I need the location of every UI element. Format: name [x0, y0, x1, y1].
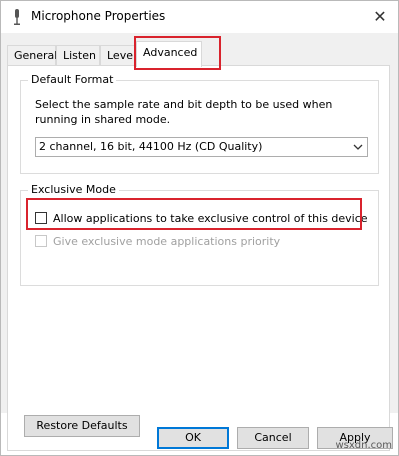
advanced-tab-panel: Default Format Select the sample rate an… [7, 65, 390, 451]
microphone-properties-dialog: Microphone Properties ✕ General Listen L… [0, 0, 399, 456]
close-icon: ✕ [373, 7, 387, 26]
selected-format-value: 2 channel, 16 bit, 44100 Hz (CD Quality) [39, 140, 263, 153]
tab-label: General [14, 49, 58, 62]
tab-advanced[interactable]: Advanced [136, 41, 202, 67]
title-bar: Microphone Properties ✕ [1, 1, 398, 33]
close-button[interactable]: ✕ [368, 5, 392, 29]
allow-exclusive-checkbox[interactable] [35, 212, 47, 224]
microphone-icon [14, 9, 20, 25]
dialog-content: General Listen Levels Advanced Default F… [1, 33, 398, 451]
ok-button[interactable]: OK [157, 427, 229, 449]
exclusive-mode-group: Exclusive Mode Allow applications to tak… [20, 183, 379, 286]
chevron-down-icon [353, 144, 363, 150]
exclusive-mode-label: Exclusive Mode [28, 183, 119, 196]
cancel-button[interactable]: Cancel [237, 427, 309, 449]
default-format-dropdown[interactable]: 2 channel, 16 bit, 44100 Hz (CD Quality) [35, 137, 368, 157]
tab-general[interactable]: General [7, 45, 58, 65]
tab-label: Listen [63, 49, 96, 62]
tab-label: Advanced [143, 46, 198, 59]
default-format-label: Default Format [28, 73, 117, 86]
default-format-description: Select the sample rate and bit depth to … [35, 98, 333, 126]
watermark-text: wsxdn.com [335, 440, 392, 451]
restore-defaults-button[interactable]: Restore Defaults [24, 415, 140, 437]
window-title: Microphone Properties [31, 9, 166, 23]
exclusive-priority-checkbox [35, 235, 47, 247]
default-format-group: Default Format Select the sample rate an… [20, 73, 379, 174]
allow-exclusive-label: Allow applications to take exclusive con… [53, 212, 368, 225]
exclusive-priority-label: Give exclusive mode applications priorit… [53, 235, 281, 248]
tab-listen[interactable]: Listen [56, 45, 100, 65]
